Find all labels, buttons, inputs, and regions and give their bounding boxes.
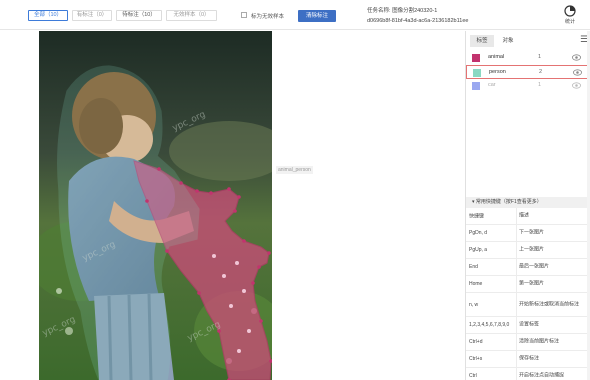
table-row: PgDn, d 下一张图片	[466, 225, 590, 242]
chevron-down-icon: ▾	[472, 199, 475, 205]
photo-scene: ypc_org ypc_org ypc_org ypc_org	[39, 31, 272, 380]
shortcut-key: n, w	[469, 301, 479, 308]
label-name: car	[488, 82, 496, 88]
table-row: 1,2,3,4,5,6,7,8,9,0 设置标签	[466, 317, 590, 334]
shortcut-key: Ctrl+s	[469, 356, 483, 362]
eye-icon[interactable]	[573, 69, 582, 76]
label-count: 1	[538, 54, 542, 60]
shortcut-key: PgDn, d	[469, 230, 488, 236]
table-row: 快捷键 描述	[466, 208, 590, 225]
label-item-animal[interactable]: animal 1	[466, 51, 590, 65]
task-name-value: 图像分割240320-1	[392, 8, 438, 14]
shortcut-desc: 下一张图片	[519, 229, 545, 236]
shortcut-desc: 最后一张图片	[519, 263, 550, 270]
label-count: 1	[538, 82, 542, 88]
shortcut-table: 快捷键 描述 PgDn, d 下一张图片 PgUp, a 上一张图片 End 最后一张图…	[466, 208, 590, 380]
filter-all-button[interactable]: 全部（10）	[28, 10, 68, 21]
table-row: End 最后一张图片	[466, 259, 590, 276]
shortcut-key: Home	[469, 281, 483, 287]
table-row: Ctrl+s 保存标注	[466, 351, 590, 368]
shortcut-header[interactable]: ▾ 常用快捷键（按F1查看更多）	[466, 197, 590, 208]
shortcut-desc: 上一张图片	[519, 246, 545, 253]
mark-invalid-checkbox[interactable]	[241, 12, 247, 18]
shortcut-desc: 第一张图片	[519, 280, 545, 287]
label-list: animal 1 person 2 car 1	[466, 51, 590, 93]
task-id: d0696b8f-81bf-4a3d-ac6a-2136182b11ee	[367, 18, 469, 24]
label-name: person	[489, 69, 506, 75]
shortcut-desc: 开始新标注或取消当前标注	[519, 301, 580, 307]
label-name: animal	[488, 54, 505, 60]
shortcut-key: PgUp, a	[469, 247, 488, 253]
eye-icon[interactable]	[572, 82, 581, 89]
pie-chart-icon	[564, 5, 576, 17]
shortcut-desc: 描述	[519, 212, 530, 219]
stats-button[interactable]: 统计	[560, 5, 580, 25]
shortcut-desc: 设置标签	[519, 321, 540, 328]
label-count: 2	[539, 69, 543, 75]
table-row: PgUp, a 上一张图片	[466, 242, 590, 259]
mark-invalid-label: 标为无效样本	[251, 14, 285, 20]
annotation-tag-label: animal_person	[276, 166, 313, 174]
shortcut-desc: 保存标注	[519, 355, 540, 362]
tab-objects[interactable]: 对象	[496, 35, 520, 47]
label-color-swatch	[472, 82, 480, 90]
eye-icon[interactable]	[572, 54, 581, 61]
filter-invalid-button[interactable]: 无效样本（0）	[166, 10, 217, 21]
stats-label: 统计	[564, 19, 575, 25]
filter-labeled-button[interactable]: 有标注（0）	[72, 10, 112, 21]
task-name-label: 任务名称:	[367, 8, 391, 14]
shortcut-desc: 清除当前图片标注	[519, 338, 560, 345]
shortcut-key: End	[469, 264, 478, 270]
shortcut-header-text: 常用快捷键（按F1查看更多）	[475, 199, 542, 205]
label-item-person[interactable]: person 2	[466, 65, 590, 79]
top-toolbar: 全部（10） 有标注（0） 待标注（10） 无效样本（0） 标为无效样本 清除标…	[0, 0, 590, 30]
shortcut-key: Ctrl+d	[469, 339, 483, 345]
shortcut-desc: 开启标注点自动捕捉	[519, 372, 565, 379]
label-color-swatch	[472, 54, 480, 62]
clear-annotations-button[interactable]: 清除标注	[298, 10, 336, 22]
shortcut-key: 1,2,3,4,5,6,7,8,9,0	[469, 322, 510, 328]
annotation-canvas[interactable]: ypc_org ypc_org ypc_org ypc_org animal_p…	[0, 31, 465, 380]
label-color-swatch	[473, 69, 481, 77]
panel-tabs: 标签 对象	[466, 35, 576, 47]
table-row: Ctrl 开启标注点自动捕捉	[466, 368, 590, 380]
right-panel: 标签 对象 ☰ animal 1 person 2 car 1 ▾ 常用快捷键（…	[465, 31, 590, 380]
shortcut-key: 快捷键	[469, 213, 485, 220]
table-row: Home 第一张图片	[466, 276, 590, 293]
shortcut-key: Ctrl	[469, 373, 477, 379]
table-row: n, w 开始新标注或取消当前标注	[466, 293, 590, 317]
tab-labels[interactable]: 标签	[470, 35, 494, 47]
task-name: 任务名称: 图像分割240320-1	[367, 6, 437, 14]
annotated-image[interactable]: ypc_org ypc_org ypc_org ypc_org	[39, 31, 272, 380]
filter-unlabeled-button[interactable]: 待标注（10）	[116, 10, 162, 21]
table-row: Ctrl+d 清除当前图片标注	[466, 334, 590, 351]
label-item-car[interactable]: car 1	[466, 79, 590, 93]
